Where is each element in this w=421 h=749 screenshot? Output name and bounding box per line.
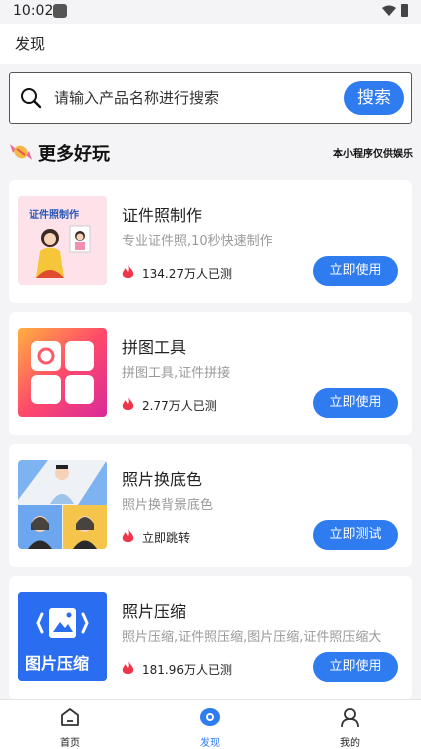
section-title: 更多好玩 — [38, 144, 110, 165]
tab-discover[interactable]: 发现 — [175, 706, 245, 749]
tab-home[interactable]: 首页 — [35, 706, 105, 749]
tab-label: 我的 — [340, 738, 360, 749]
section-header: 更多好玩 本小程序仅供娱乐 — [8, 138, 413, 166]
product-description: 拼图工具,证件拼接 — [122, 366, 231, 381]
page-header: 发现 — [0, 24, 421, 64]
fire-icon — [122, 397, 134, 410]
search-bar: 搜索 — [9, 72, 412, 124]
usage-count: 181.96万人已测 — [142, 663, 232, 677]
product-card-id-photo[interactable]: 证件照制作 证件照制作 专业证件照,10秒快速制作 134.27万人已测 立即使… — [9, 180, 412, 303]
product-name: 照片压缩 — [122, 602, 187, 621]
battery-icon — [401, 4, 408, 17]
product-description: 照片压缩,证件照压缩,图片压缩,证件照压缩大 — [122, 630, 382, 645]
product-description: 照片换背景底色 — [122, 498, 214, 513]
background-change-thumbnail — [18, 460, 107, 549]
usage-count: 134.27万人已测 — [142, 267, 232, 281]
tab-label: 发现 — [200, 738, 220, 749]
product-name: 拼图工具 — [122, 338, 187, 357]
disclaimer-note: 本小程序仅供娱乐 — [333, 149, 413, 160]
id-photo-thumbnail: 证件照制作 — [18, 196, 107, 285]
compress-thumbnail: 图片压缩 — [18, 592, 107, 681]
usage-count: 2.77万人已测 — [142, 399, 217, 413]
product-description: 专业证件照,10秒快速制作 — [122, 234, 273, 249]
search-icon — [21, 88, 42, 109]
wifi-icon — [382, 5, 396, 16]
tab-label: 首页 — [60, 738, 80, 749]
candy-icon — [10, 144, 32, 160]
usage-count: 立即跳转 — [142, 531, 191, 545]
use-now-button[interactable]: 立即使用 — [313, 388, 398, 418]
status-time: 10:02 — [13, 3, 54, 19]
fire-icon — [122, 661, 134, 674]
fire-icon — [122, 529, 134, 542]
use-now-button[interactable]: 立即使用 — [313, 652, 398, 682]
status-bar: 10:02 — [0, 0, 421, 24]
thumbnail-logo-text: 图片压缩 — [25, 654, 90, 673]
product-card-background-change[interactable]: 照片换底色 照片换背景底色 立即跳转 立即测试 — [9, 444, 412, 567]
bottom-tab-bar: 首页 发现 我的 — [0, 699, 421, 749]
discover-icon — [200, 708, 220, 726]
test-now-button[interactable]: 立即测试 — [313, 520, 398, 550]
product-name: 证件照制作 — [122, 206, 203, 225]
notification-icon — [53, 4, 67, 18]
page-title: 发现 — [15, 35, 46, 53]
collage-tool-thumbnail — [18, 328, 107, 417]
product-card-compress[interactable]: 图片压缩 照片压缩 照片压缩,证件照压缩,图片压缩,证件照压缩大 181.96万… — [9, 576, 412, 699]
thumbnail-logo-text: 证件照制作 — [29, 210, 79, 221]
fire-icon — [122, 265, 134, 278]
search-input[interactable] — [54, 86, 334, 110]
profile-icon — [341, 708, 359, 728]
product-name: 照片换底色 — [122, 470, 203, 489]
home-icon — [61, 708, 79, 726]
tab-profile[interactable]: 我的 — [315, 706, 385, 749]
use-now-button[interactable]: 立即使用 — [313, 256, 398, 286]
search-button[interactable]: 搜索 — [344, 81, 404, 115]
product-card-collage[interactable]: 拼图工具 拼图工具,证件拼接 2.77万人已测 立即使用 — [9, 312, 412, 435]
